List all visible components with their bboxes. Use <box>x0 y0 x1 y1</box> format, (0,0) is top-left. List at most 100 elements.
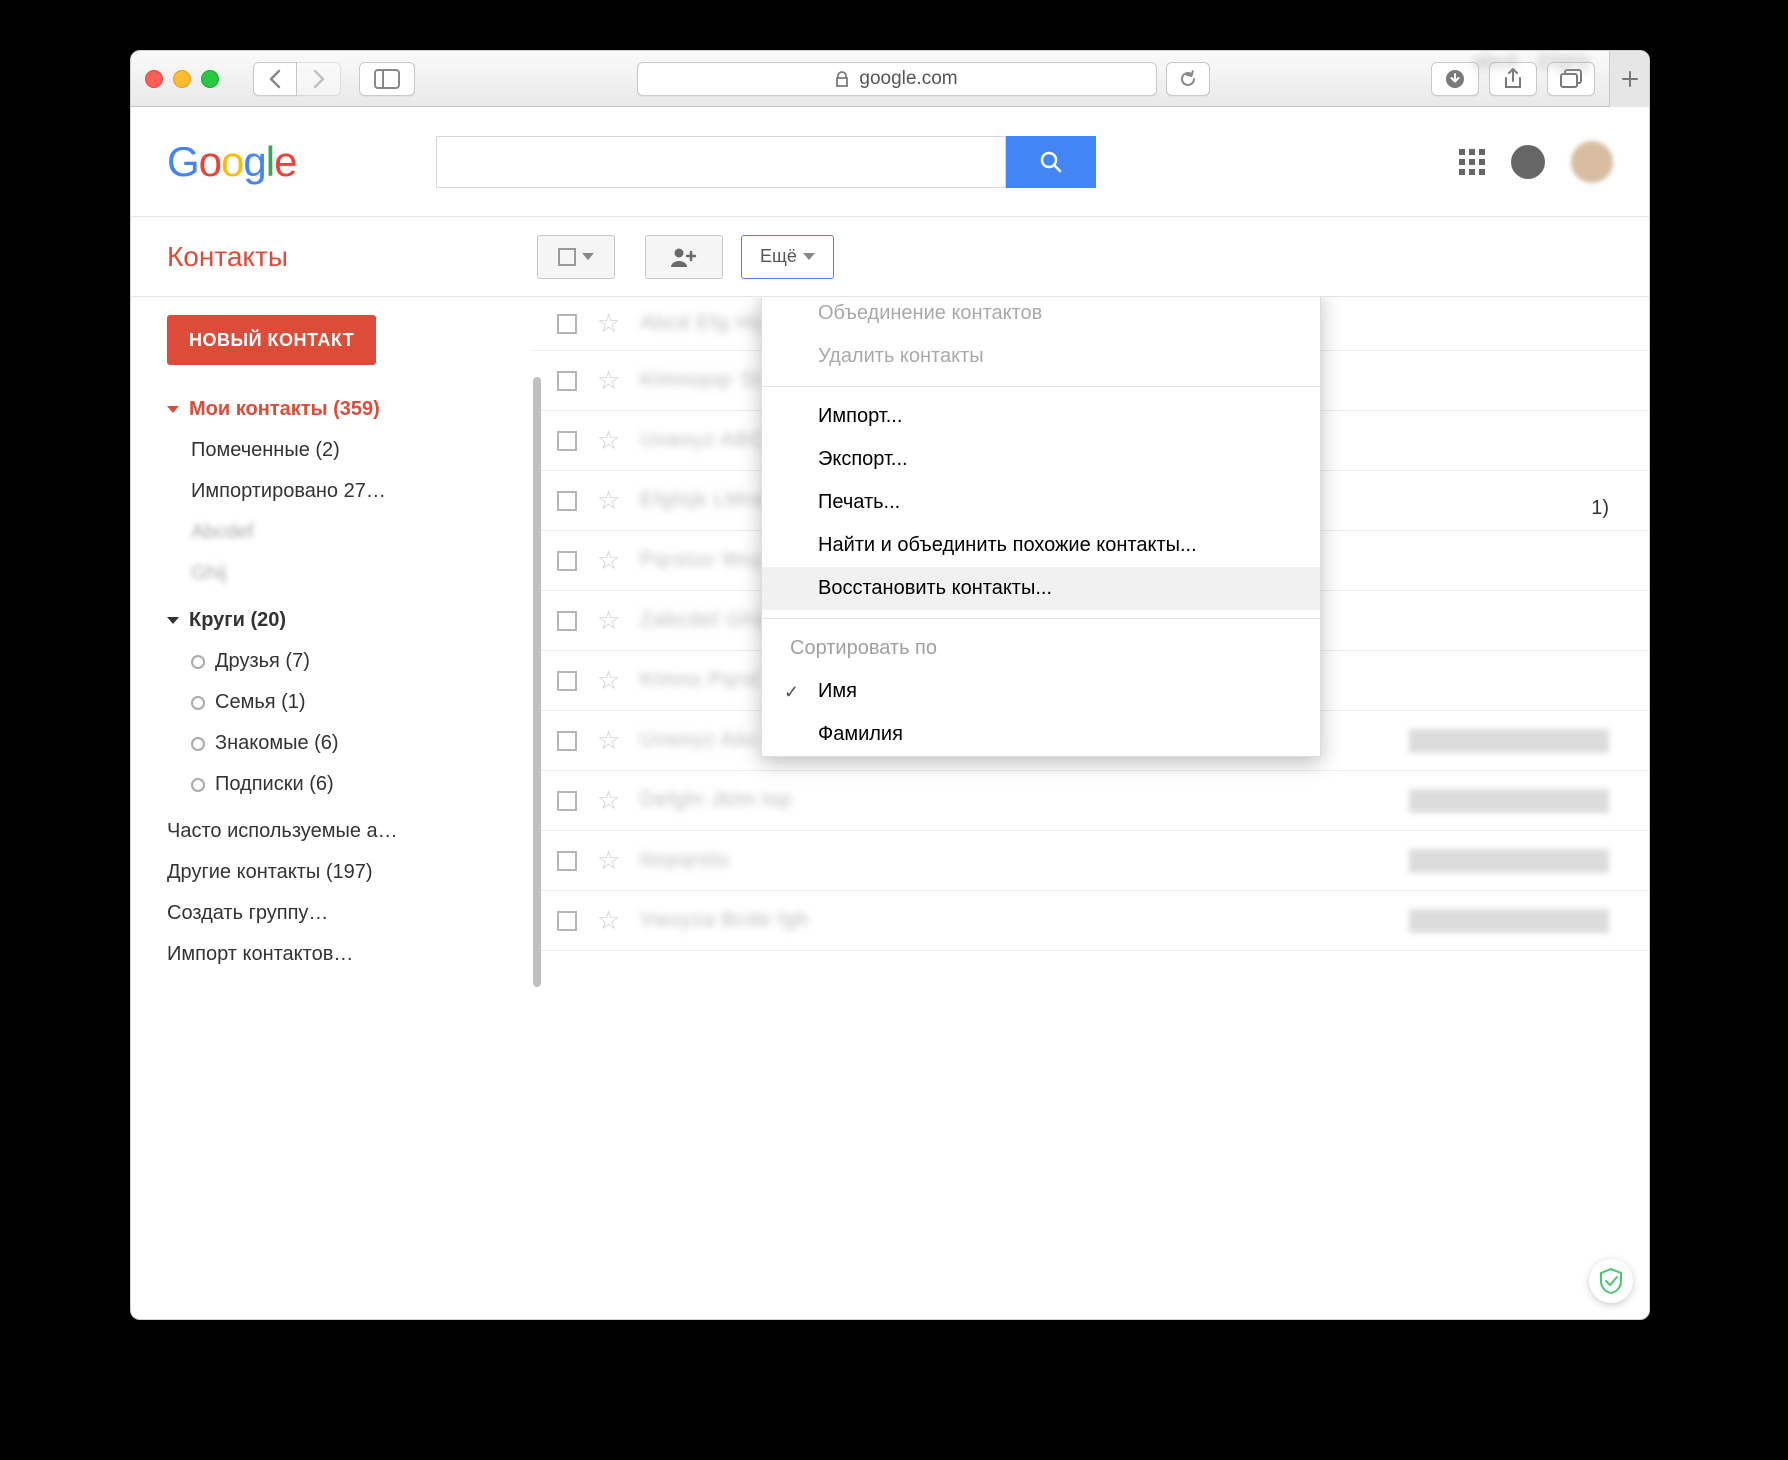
sidebar-create-group[interactable]: Создать группу… <box>167 893 533 934</box>
row-checkbox[interactable] <box>557 551 577 571</box>
sidebar-label: Импорт контактов… <box>167 943 353 966</box>
sidebar-circles[interactable]: Круги (20) <box>167 600 533 641</box>
scrollbar-thumb[interactable] <box>533 377 541 987</box>
sidebar-label: Друзья (7) <box>215 650 310 673</box>
sidebar-circle-family[interactable]: Семья (1) <box>167 682 533 723</box>
sidebar-label: Круги (20) <box>189 609 286 632</box>
search-button[interactable] <box>1006 136 1096 188</box>
chevron-down-icon <box>167 406 179 413</box>
contact-email-blurred <box>1409 789 1609 813</box>
browser-back-button[interactable] <box>253 62 297 96</box>
more-dropdown-menu: Объединение контактов Удалить контакты И… <box>761 297 1321 757</box>
browser-window: google.com <box>130 50 1650 1320</box>
menu-sort-name[interactable]: ✓ Имя <box>762 670 1320 713</box>
menu-import[interactable]: Импорт... <box>762 395 1320 438</box>
menu-restore[interactable]: Восстановить контакты... <box>762 567 1320 610</box>
row-checkbox[interactable] <box>557 851 577 871</box>
browser-sidebar-button[interactable] <box>359 62 415 96</box>
browser-address-bar[interactable]: google.com <box>637 62 1157 96</box>
apps-icon[interactable] <box>1459 149 1485 175</box>
window-minimize-button[interactable] <box>173 70 191 88</box>
row-checkbox[interactable] <box>557 731 577 751</box>
star-icon[interactable]: ☆ <box>597 605 620 636</box>
visible-count-fragment: 1) <box>1591 497 1609 520</box>
circle-icon <box>191 778 205 792</box>
downloads-button[interactable] <box>1431 62 1479 96</box>
sidebar-label: Семья (1) <box>215 691 306 714</box>
account-text-blurred: abcd Efghij <box>1473 51 1623 81</box>
contact-name-blurred: Abcd Efg Hij <box>640 312 762 335</box>
row-checkbox[interactable] <box>557 791 577 811</box>
search-form <box>436 136 1096 188</box>
contact-row[interactable]: ☆ Nopqrstu <box>533 831 1649 891</box>
sidebar-circle-friends[interactable]: Друзья (7) <box>167 641 533 682</box>
star-icon[interactable]: ☆ <box>597 785 620 816</box>
star-icon[interactable]: ☆ <box>597 665 620 696</box>
window-close-button[interactable] <box>145 70 163 88</box>
search-input[interactable] <box>436 136 1006 188</box>
star-icon[interactable]: ☆ <box>597 308 620 339</box>
star-icon[interactable]: ☆ <box>597 485 620 516</box>
sidebar-import[interactable]: Импорт контактов… <box>167 934 533 975</box>
sidebar-blurred-item[interactable]: Ghij <box>167 553 533 594</box>
check-icon: ✓ <box>784 682 799 703</box>
contact-name-blurred: Zabcdef Ghij <box>640 609 765 632</box>
menu-sort-surname[interactable]: Фамилия <box>762 713 1320 756</box>
menu-export[interactable]: Экспорт... <box>762 438 1320 481</box>
notifications-icon[interactable] <box>1511 145 1545 179</box>
contact-name-blurred: Pqrstuv Wxy <box>640 549 763 572</box>
row-checkbox[interactable] <box>557 491 577 511</box>
chevron-down-icon <box>803 253 815 260</box>
sidebar-label: Другие контакты (197) <box>167 861 373 884</box>
checkbox-icon <box>558 248 576 266</box>
row-checkbox[interactable] <box>557 611 577 631</box>
contact-row[interactable]: ☆ Vwxyza Bcde fgh <box>533 891 1649 951</box>
sidebar-circle-subs[interactable]: Подписки (6) <box>167 764 533 805</box>
sidebar-blurred-item[interactable]: Abcdef <box>167 512 533 553</box>
circle-icon <box>191 737 205 751</box>
sidebar-starred[interactable]: Помеченные (2) <box>167 430 533 471</box>
more-button[interactable]: Ещё <box>741 235 834 279</box>
contact-name-blurred: Efghijk LMno <box>640 489 768 512</box>
row-checkbox[interactable] <box>557 371 577 391</box>
menu-sort-label: Сортировать по <box>762 627 1320 670</box>
row-checkbox[interactable] <box>557 671 577 691</box>
sidebar-imported[interactable]: Импортировано 27… <box>167 471 533 512</box>
add-contact-button[interactable] <box>645 235 723 279</box>
google-logo[interactable]: Google <box>167 138 296 186</box>
star-icon[interactable]: ☆ <box>597 365 620 396</box>
star-icon[interactable]: ☆ <box>597 845 620 876</box>
circle-icon <box>191 696 205 710</box>
star-icon[interactable]: ☆ <box>597 905 620 936</box>
menu-print[interactable]: Печать... <box>762 481 1320 524</box>
row-checkbox[interactable] <box>557 911 577 931</box>
search-icon <box>1039 150 1063 174</box>
sidebar-my-contacts[interactable]: Мои контакты (359) <box>167 389 533 430</box>
row-checkbox[interactable] <box>557 314 577 334</box>
star-icon[interactable]: ☆ <box>597 545 620 576</box>
sidebar-label: Часто используемые а… <box>167 820 398 843</box>
browser-forward-button[interactable] <box>297 62 341 96</box>
contact-name-blurred: Klmno Pqrst <box>640 669 760 692</box>
window-zoom-button[interactable] <box>201 70 219 88</box>
sidebar-circle-acquaint[interactable]: Знакомые (6) <box>167 723 533 764</box>
browser-reload-button[interactable] <box>1166 62 1210 96</box>
sidebar: НОВЫЙ КОНТАКТ Мои контакты (359) Помечен… <box>131 297 533 1319</box>
adblock-shield-icon[interactable] <box>1589 1259 1633 1303</box>
sidebar-other[interactable]: Другие контакты (197) <box>167 852 533 893</box>
row-checkbox[interactable] <box>557 431 577 451</box>
contact-row[interactable]: ☆ Defghi Jklm lop <box>533 771 1649 831</box>
sidebar-label: Подписки (6) <box>215 773 334 796</box>
sidebar-frequent[interactable]: Часто используемые а… <box>167 811 533 852</box>
avatar[interactable] <box>1571 141 1613 183</box>
contact-name-blurred: Uvwxyz ABCD <box>640 429 780 452</box>
new-contact-button[interactable]: НОВЫЙ КОНТАКТ <box>167 315 376 365</box>
select-all-button[interactable] <box>537 235 615 279</box>
google-header: Google <box>131 107 1649 217</box>
app-title: Контакты <box>131 241 533 273</box>
sidebar-label: Помеченные (2) <box>191 439 340 462</box>
contact-email-blurred <box>1409 729 1609 753</box>
star-icon[interactable]: ☆ <box>597 725 620 756</box>
menu-find-merge[interactable]: Найти и объединить похожие контакты... <box>762 524 1320 567</box>
star-icon[interactable]: ☆ <box>597 425 620 456</box>
